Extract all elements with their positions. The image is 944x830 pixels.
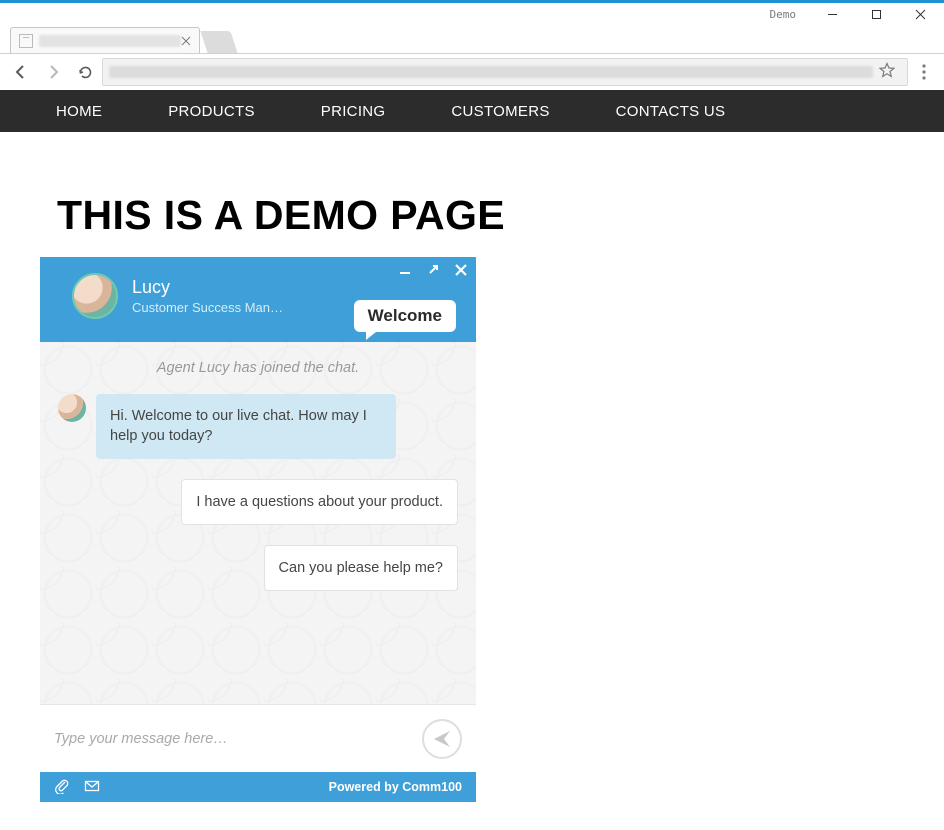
browser-menu-button[interactable] [910, 64, 938, 80]
window-titlebar: Demo [0, 3, 944, 25]
browser-toolbar [0, 54, 944, 90]
nav-home[interactable]: HOME [56, 103, 102, 120]
welcome-bubble: Welcome [354, 300, 456, 332]
message-row: Can you please help me? [58, 545, 458, 591]
forward-button[interactable] [38, 57, 68, 87]
send-icon [432, 729, 452, 749]
chat-input-area [40, 704, 476, 772]
email-button[interactable] [84, 778, 100, 797]
new-tab-button[interactable] [200, 31, 237, 53]
agent-avatar [72, 273, 118, 319]
chat-minimize-button[interactable] [398, 263, 412, 277]
nav-pricing[interactable]: PRICING [321, 103, 386, 120]
powered-by[interactable]: Powered by Comm100 [329, 780, 462, 794]
agent-title: Customer Success Man… [132, 300, 283, 315]
message-bubble-user: Can you please help me? [264, 545, 458, 591]
page-icon [19, 34, 33, 48]
message-row: I have a questions about your product. [58, 479, 458, 525]
window-minimize-button[interactable] [810, 3, 854, 25]
nav-contacts[interactable]: CONTACTS US [616, 103, 726, 120]
chat-body: Agent Lucy has joined the chat. Hi. Welc… [40, 342, 476, 704]
system-message: Agent Lucy has joined the chat. [58, 360, 458, 376]
reload-button[interactable] [70, 57, 100, 87]
nav-customers[interactable]: CUSTOMERS [451, 103, 549, 120]
window-maximize-button[interactable] [854, 3, 898, 25]
address-bar[interactable] [102, 58, 908, 86]
agent-name: Lucy [132, 277, 283, 298]
chat-header: Lucy Customer Success Man… Welcome [40, 257, 476, 342]
browser-tab[interactable] [10, 27, 200, 53]
chat-text-input[interactable] [54, 731, 412, 747]
chat-widget: Lucy Customer Success Man… Welcome Agent… [40, 257, 476, 802]
back-button[interactable] [6, 57, 36, 87]
window-title: Demo [770, 8, 797, 21]
bookmark-star-icon[interactable] [879, 62, 895, 83]
chat-footer: Powered by Comm100 [40, 772, 476, 802]
url-text [109, 66, 873, 78]
agent-avatar-small [58, 394, 86, 422]
message-bubble-agent: Hi. Welcome to our live chat. How may I … [96, 394, 396, 459]
nav-products[interactable]: PRODUCTS [168, 103, 255, 120]
chat-popout-button[interactable] [426, 263, 440, 277]
page-title: THIS IS A DEMO PAGE [57, 192, 944, 239]
window-close-button[interactable] [898, 3, 942, 25]
browser-tabstrip [0, 25, 944, 53]
message-bubble-user: I have a questions about your product. [181, 479, 458, 525]
attach-file-button[interactable] [54, 778, 70, 797]
tab-title [39, 35, 181, 47]
site-nav: HOME PRODUCTS PRICING CUSTOMERS CONTACTS… [0, 90, 944, 132]
tab-close-button[interactable] [181, 36, 191, 46]
chat-close-button[interactable] [454, 263, 468, 277]
message-row: Hi. Welcome to our live chat. How may I … [58, 394, 458, 459]
send-button[interactable] [422, 719, 462, 759]
